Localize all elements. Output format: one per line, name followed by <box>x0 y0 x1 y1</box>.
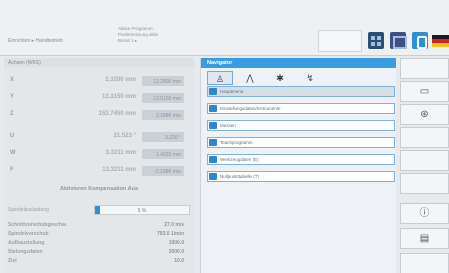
axis-row-f: F 13.3211 mm -2.1980 mm <box>4 164 194 178</box>
axis-row-u: U 21.523 ° 3.226 ° <box>4 130 194 144</box>
info-label: Spindelvorschub <box>8 231 49 237</box>
grid-icon[interactable] <box>368 32 384 49</box>
axis-name: Y <box>10 94 15 100</box>
axis-row-y: Y 13.3150 mm 13.5100 mm <box>4 91 194 105</box>
hmi-screen: Einrichten ▸ Handbetrieb Aktive Programm… <box>0 0 449 273</box>
axis-distance-to-go: 1.4320 mm <box>142 149 184 159</box>
info-row: Ziel 10.0 <box>8 258 190 266</box>
nav-item-label: Nullpunkttabelle (T) <box>220 174 260 179</box>
info-row: Stelungsdaten 2000.0 <box>8 249 190 257</box>
compensation-status: Aktivieren Kompensation Aus <box>59 186 139 192</box>
folder-icon <box>209 122 217 129</box>
axis-position: 3.3211 mm <box>105 150 136 156</box>
spindle-load-bar: 5 % <box>94 205 190 215</box>
axis-position: 2.3200 mm <box>105 77 136 83</box>
softkey-9[interactable] <box>400 253 449 273</box>
navigator-title: Navigator <box>201 58 396 68</box>
axis-name: U <box>10 133 15 139</box>
spindle-load-row: Spindelauslastung 5 % <box>8 204 190 216</box>
nav-item-label: Teachprogramm <box>220 140 253 145</box>
navigator-tabs: ♙ ⋀ ✱ ↯ <box>207 71 393 85</box>
tab-tool-icon[interactable]: ⋀ <box>237 71 263 85</box>
softkey-list-icon[interactable]: ▤ <box>400 228 449 249</box>
nav-item[interactable]: Werkzeugdaten (E) <box>207 154 395 165</box>
folder-icon <box>209 156 217 163</box>
softkey-steering-icon[interactable]: ⊛ <box>400 104 449 125</box>
folder-icon <box>209 105 217 112</box>
info-label: Stelungsdaten <box>8 249 43 255</box>
softkey-column: ▭ ⊛ ⓘ ▤ <box>400 58 449 273</box>
navigator-list: Hauptmenü Einstellungsdaten/Instrumente … <box>207 86 395 188</box>
axis-position-panel: Achsen (WKS) X 2.3200 mm 12.2900 mm Y 13… <box>4 58 194 273</box>
navigator-panel: Navigator ♙ ⋀ ✱ ↯ Hauptmenü Einstellungs… <box>200 58 396 273</box>
softkey-6[interactable] <box>400 173 449 194</box>
nav-item[interactable]: Messen <box>207 120 395 131</box>
axis-name: F <box>10 167 14 173</box>
softkey-1[interactable] <box>400 58 449 79</box>
tab-wrench-icon[interactable]: ↯ <box>297 71 323 85</box>
message-area: Aktive Programm: Punktmessung aktiv Bere… <box>118 26 158 44</box>
info-row: Aufbaustellung 1000.0 <box>8 240 190 248</box>
nav-item[interactable]: Teachprogramm <box>207 137 395 148</box>
tab-gear-icon[interactable]: ✱ <box>267 71 293 85</box>
axis-distance-to-go: 2.1880 mm <box>142 110 184 120</box>
axis-row-z: Z 153.7450 mm 2.1880 mm <box>4 108 194 122</box>
nav-item-label: Einstellungsdaten/Instrumente <box>220 106 281 111</box>
tab-user-icon[interactable]: ♙ <box>207 71 233 85</box>
topbar-empty-button[interactable] <box>318 30 362 52</box>
info-value: 27.0 m/s <box>164 222 184 228</box>
info-row: Schnittvorschubgeschw. 27.0 m/s <box>8 222 190 230</box>
nav-item[interactable]: Nullpunkttabelle (T) <box>207 171 395 182</box>
axis-position: 153.7450 mm <box>98 111 136 117</box>
spindle-load-value: 5 % <box>137 207 147 214</box>
axis-position: 13.3211 mm <box>102 167 136 173</box>
axis-distance-to-go: -2.1980 mm <box>142 166 184 176</box>
softkey-4[interactable] <box>400 127 449 148</box>
folder-icon <box>209 173 217 180</box>
axis-distance-to-go: 13.5100 mm <box>142 93 184 103</box>
folder-icon <box>209 88 217 95</box>
axis-position: 21.523 ° <box>113 133 136 139</box>
top-status-bar: Einrichten ▸ Handbetrieb Aktive Programm… <box>0 0 449 56</box>
axis-distance-to-go: 12.2900 mm <box>142 76 184 86</box>
german-flag-icon[interactable] <box>432 32 449 49</box>
info-label: Schnittvorschubgeschw. <box>8 222 67 228</box>
nav-item-label: Messen <box>220 123 236 128</box>
axis-name: W <box>10 150 16 156</box>
info-value: 10.0 <box>174 258 184 264</box>
info-value: 793.0 1/min <box>157 231 184 237</box>
folder-icon <box>209 139 217 146</box>
info-value: 2000.0 <box>168 249 184 255</box>
axis-position: 13.3150 mm <box>101 94 136 100</box>
axis-name: X <box>10 77 15 83</box>
nav-item-label: Hauptmenü <box>220 89 244 94</box>
axis-row-x: X 2.3200 mm 12.2900 mm <box>4 74 194 88</box>
info-label: Aufbaustellung <box>8 240 45 246</box>
info-value: 1000.0 <box>168 240 184 246</box>
spindle-load-label: Spindelauslastung <box>8 207 49 213</box>
info-row: Spindelvorschub 793.0 1/min <box>8 231 190 239</box>
softkey-5[interactable] <box>400 150 449 171</box>
axis-row-w: W 3.3211 mm 1.4320 mm <box>4 147 194 161</box>
info-label: Ziel <box>8 258 17 264</box>
axes-header: Achsen (WKS) <box>4 58 194 67</box>
nav-item[interactable]: Hauptmenü <box>207 86 395 97</box>
message-line: Bereit 1 ▸ <box>118 38 138 43</box>
operating-mode-label: Einrichten ▸ Handbetrieb <box>8 38 63 44</box>
softkey-display-icon[interactable]: ▭ <box>400 81 449 102</box>
axis-distance-to-go: 3.226 ° <box>142 132 184 142</box>
softkey-info-icon[interactable]: ⓘ <box>400 203 449 224</box>
nav-item-label: Werkzeugdaten (E) <box>220 157 259 162</box>
help-icon[interactable] <box>412 32 428 49</box>
axis-name: Z <box>10 111 14 117</box>
nav-item[interactable]: Einstellungsdaten/Instrumente <box>207 103 395 114</box>
panel-icon[interactable] <box>390 32 407 49</box>
